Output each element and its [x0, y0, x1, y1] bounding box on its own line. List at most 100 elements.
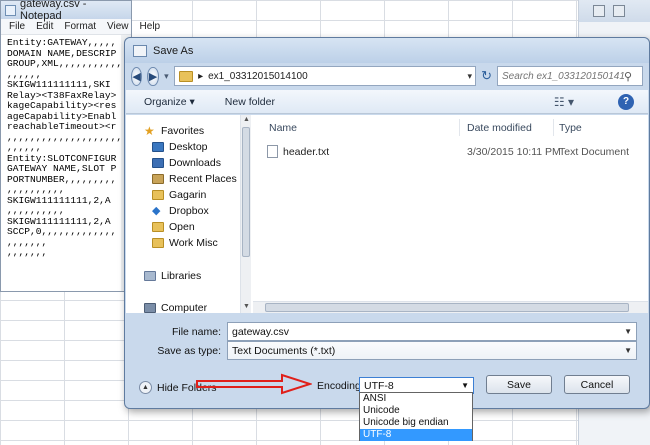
- nav-item-downloads[interactable]: Downloads: [152, 157, 221, 169]
- address-bar[interactable]: ▸ ex1_03312015014100 ▾: [174, 66, 477, 86]
- column-header-type[interactable]: Type: [559, 122, 582, 134]
- scrollbar-thumb[interactable]: [265, 303, 629, 312]
- annotation-arrow-icon: [196, 373, 312, 395]
- browser-area: ★ Favorites Desktop Downloads Recent Pla…: [126, 115, 648, 314]
- organize-button[interactable]: Organize ▾: [144, 96, 195, 108]
- save-as-dialog: Save As ◀ ▶ ▾ ▸ ex1_03312015014100 ▾ ↻ ⚲…: [124, 37, 650, 409]
- file-name-row: File name: gateway.csv ▼: [127, 322, 637, 341]
- refresh-icon[interactable]: ↻: [481, 66, 492, 86]
- cancel-button[interactable]: Cancel: [564, 375, 630, 394]
- text-file-icon: [267, 145, 278, 158]
- folder-icon: [152, 190, 164, 200]
- nav-label: Open: [169, 221, 195, 233]
- folder-icon: [152, 238, 164, 248]
- nav-item-recent-places[interactable]: Recent Places: [152, 173, 237, 185]
- column-header-name[interactable]: Name: [269, 122, 297, 134]
- dialog-toolbar: Organize ▾ New folder ☷ ▾ ?: [126, 90, 648, 114]
- nav-label: Favorites: [161, 125, 205, 137]
- encoding-value[interactable]: UTF-8: [364, 380, 394, 392]
- save-type-value[interactable]: Text Documents (*.txt): [232, 345, 335, 357]
- nav-label: Work Misc: [169, 237, 218, 249]
- breadcrumb-arrow-icon[interactable]: ▸: [198, 71, 203, 82]
- file-list: Name Date modified Type header.txt 3/30/…: [253, 115, 648, 313]
- file-name: header.txt: [283, 146, 330, 158]
- notepad-text-area[interactable]: Entity:GATEWAY,,,,, DOMAIN NAME,DESCRIP …: [1, 35, 131, 291]
- menu-format[interactable]: Format: [64, 21, 96, 32]
- star-icon: ★: [144, 124, 155, 138]
- nav-item-open[interactable]: Open: [152, 221, 195, 233]
- nav-item-dropbox[interactable]: ◆ Dropbox: [152, 205, 209, 217]
- nav-label: Dropbox: [169, 205, 209, 217]
- file-name-field[interactable]: gateway.csv ▼: [227, 322, 637, 341]
- nav-label: Libraries: [161, 270, 202, 282]
- save-button[interactable]: Save: [486, 375, 552, 394]
- scroll-down-icon[interactable]: ▼: [243, 303, 250, 310]
- search-icon[interactable]: ⚲: [624, 70, 632, 83]
- nav-item-work-misc[interactable]: Work Misc: [152, 237, 218, 249]
- nav-item-desktop[interactable]: Desktop: [152, 141, 208, 153]
- encoding-option-ansi[interactable]: ANSI: [360, 393, 472, 405]
- file-name-value[interactable]: gateway.csv: [232, 326, 289, 338]
- menu-edit[interactable]: Edit: [36, 21, 53, 32]
- save-type-label: Save as type:: [157, 344, 221, 357]
- horizontal-scrollbar[interactable]: [253, 301, 648, 313]
- breadcrumb[interactable]: ex1_03312015014100: [208, 71, 308, 82]
- nav-label: Gagarin: [169, 189, 207, 201]
- history-dropdown-icon[interactable]: ▾: [164, 67, 169, 86]
- help-icon[interactable]: ?: [618, 93, 634, 110]
- save-type-select[interactable]: Text Documents (*.txt) ▼: [227, 341, 637, 360]
- nav-item-favorites[interactable]: ★ Favorites: [144, 125, 204, 137]
- navigation-scrollbar[interactable]: ▲ ▼: [240, 115, 251, 313]
- scroll-up-icon[interactable]: ▲: [243, 116, 250, 123]
- menu-view[interactable]: View: [107, 21, 129, 32]
- address-row: ◀ ▶ ▾ ▸ ex1_03312015014100 ▾ ↻ ⚲: [131, 65, 643, 87]
- encoding-label: Encoding:: [317, 380, 364, 392]
- file-name-label: File name:: [171, 325, 221, 338]
- navigation-pane: ★ Favorites Desktop Downloads Recent Pla…: [126, 115, 241, 314]
- chevron-down-icon[interactable]: ▼: [461, 381, 469, 390]
- computer-icon: [144, 303, 156, 313]
- nav-item-computer[interactable]: Computer: [144, 302, 207, 314]
- maximize-icon[interactable]: [613, 5, 625, 17]
- nav-label: Downloads: [169, 157, 221, 169]
- file-row[interactable]: header.txt 3/30/2015 10:11 PM Text Docum…: [253, 143, 648, 161]
- nav-item-libraries[interactable]: Libraries: [144, 270, 201, 282]
- search-box[interactable]: ⚲: [497, 66, 643, 86]
- column-divider[interactable]: [553, 119, 554, 136]
- menu-help[interactable]: Help: [140, 21, 161, 32]
- chevron-down-icon[interactable]: ▼: [624, 327, 636, 336]
- notepad-window: gateway.csv - Notepad File Edit Format V…: [0, 0, 160, 292]
- nav-label: Desktop: [169, 141, 208, 153]
- search-input[interactable]: [502, 70, 624, 82]
- column-divider[interactable]: [459, 119, 460, 136]
- address-dropdown-icon[interactable]: ▾: [468, 71, 476, 82]
- view-options-icon[interactable]: ☷ ▾: [554, 95, 574, 109]
- save-type-row: Save as type: Text Documents (*.txt) ▼: [127, 341, 637, 360]
- encoding-option-utf8[interactable]: UTF-8: [360, 429, 472, 441]
- desktop-icon: [152, 142, 164, 152]
- chevron-down-icon[interactable]: ▼: [624, 346, 636, 355]
- forward-icon[interactable]: ▶: [147, 66, 159, 86]
- libraries-icon: [144, 271, 156, 281]
- dialog-titlebar: Save As: [125, 38, 649, 63]
- encoding-option-unicode-big-endian[interactable]: Unicode big endian: [360, 417, 472, 429]
- recent-places-icon: [152, 174, 164, 184]
- encoding-option-unicode[interactable]: Unicode: [360, 405, 472, 417]
- back-icon[interactable]: ◀: [131, 66, 143, 86]
- folder-icon: [152, 222, 164, 232]
- notepad-menubar: File Edit Format View Help: [1, 19, 160, 35]
- file-date: 3/30/2015 10:11 PM: [467, 146, 561, 158]
- column-header-date[interactable]: Date modified: [467, 122, 532, 134]
- new-folder-button[interactable]: New folder: [225, 96, 275, 108]
- notepad-titlebar: gateway.csv - Notepad: [1, 0, 131, 22]
- folder-icon: [179, 70, 194, 82]
- notepad-icon: [5, 4, 16, 16]
- dialog-title: Save As: [153, 44, 194, 57]
- menu-file[interactable]: File: [9, 21, 25, 32]
- nav-label: Recent Places: [169, 173, 237, 185]
- notepad-title: gateway.csv - Notepad: [20, 0, 87, 22]
- minimize-icon[interactable]: [593, 5, 605, 17]
- nav-item-gagarin[interactable]: Gagarin: [152, 189, 206, 201]
- scrollbar-thumb[interactable]: [242, 127, 250, 257]
- downloads-icon: [152, 158, 164, 168]
